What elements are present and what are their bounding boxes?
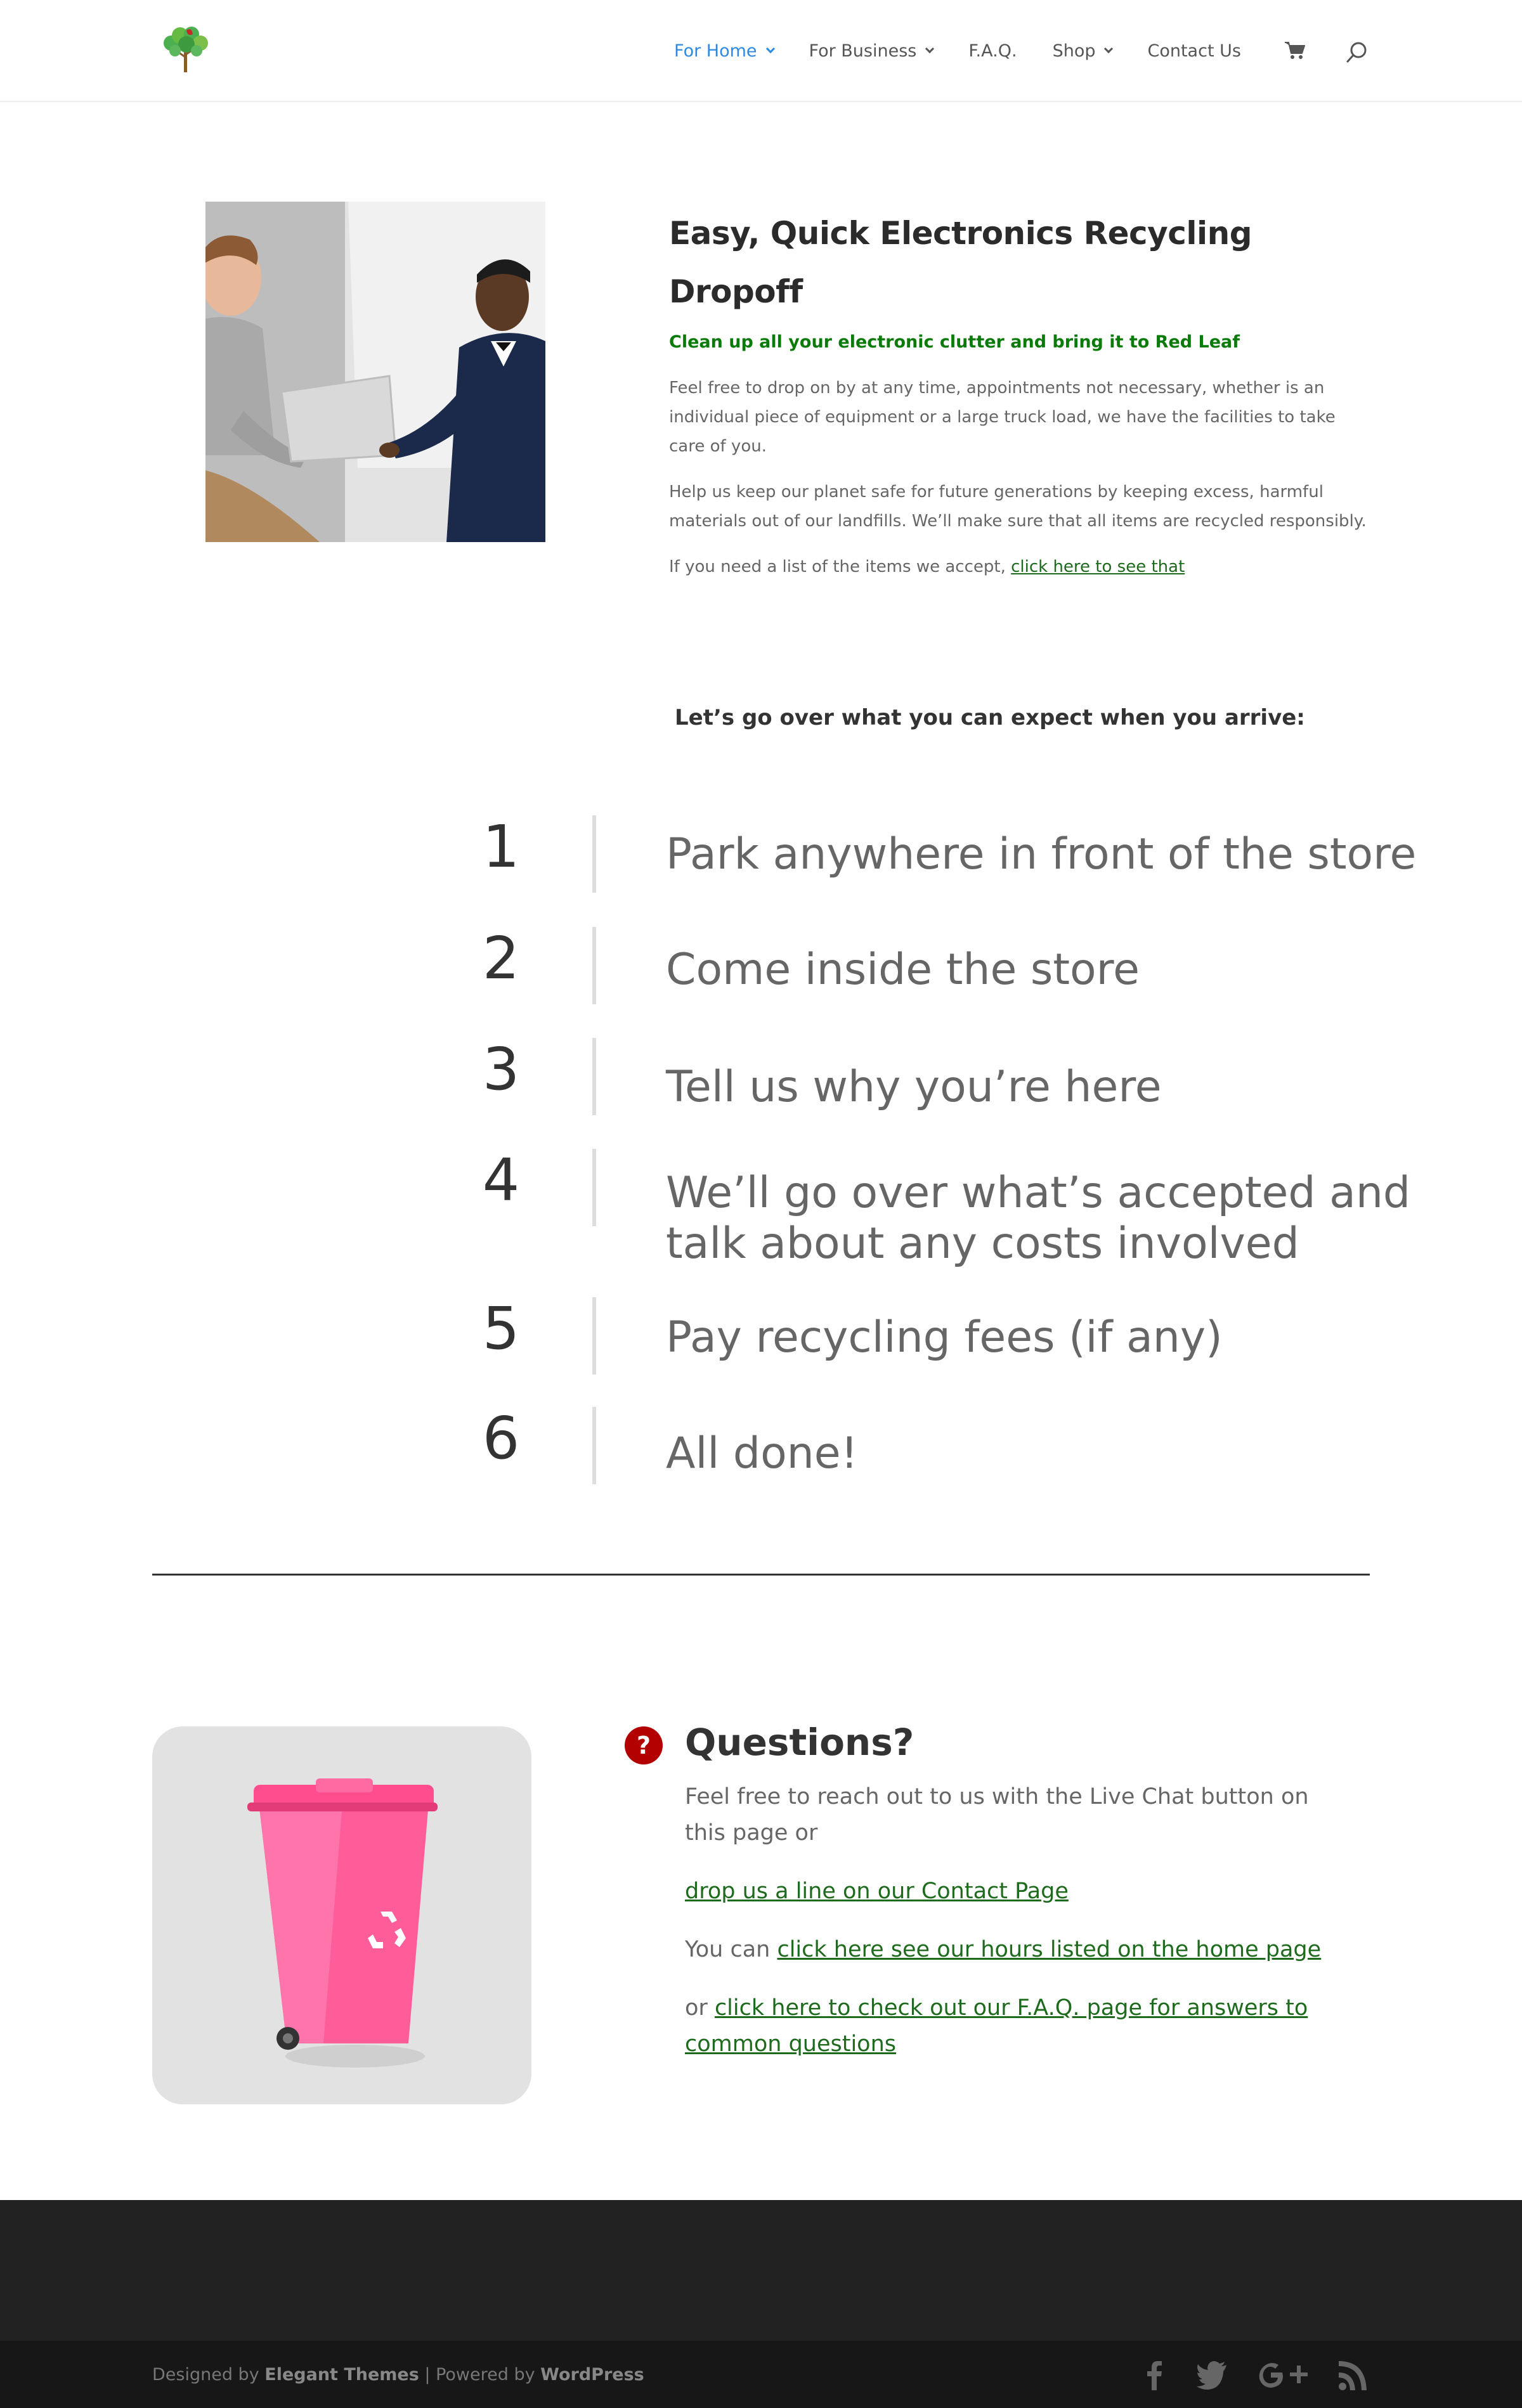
step-number: 3 <box>482 1035 520 1103</box>
search-icon[interactable] <box>1346 41 1369 63</box>
wordpress-link[interactable]: WordPress <box>540 2365 644 2385</box>
step-text: Tell us why you’re here <box>666 1062 1162 1112</box>
svg-text:?: ? <box>637 1732 651 1759</box>
nav-label: Shop <box>1052 41 1096 61</box>
nav-shop[interactable]: Shop <box>1052 41 1114 61</box>
step-text-line2: talk about any costs involved <box>666 1219 1299 1269</box>
section-divider <box>152 1574 1370 1576</box>
contact-page-link[interactable]: drop us a line on our Contact Page <box>685 1879 1069 1904</box>
nav-for-business[interactable]: For Business <box>809 41 935 61</box>
intro-accept-line: If you need a list of the items we accep… <box>669 552 1373 581</box>
powered-by-text: | Powered by <box>419 2365 541 2385</box>
people-illustration <box>205 202 545 542</box>
questions-title: Questions? <box>685 1721 914 1764</box>
designed-by-text: Designed by <box>152 2365 265 2385</box>
handoff-photo <box>205 202 545 542</box>
site-header: For Home For Business F.A.Q. Shop Contac… <box>0 0 1522 102</box>
step-number: 4 <box>482 1146 520 1214</box>
chevron-down-icon <box>765 44 775 54</box>
rss-icon[interactable] <box>1337 2356 1370 2392</box>
recycling-bin-image <box>152 1726 531 2104</box>
nav-label: For Business <box>809 41 917 61</box>
hours-prefix: You can <box>685 1937 777 1962</box>
step-number: 2 <box>482 924 520 992</box>
step-number: 5 <box>482 1295 520 1363</box>
elegant-themes-link[interactable]: Elegant Themes <box>264 2365 419 2385</box>
questions-body: Feel free to reach out to us with the Li… <box>685 1779 1344 2085</box>
chevron-down-icon <box>1104 44 1114 54</box>
step-divider <box>592 1149 596 1226</box>
intro-title: Easy, Quick Electronics Recycling Dropof… <box>669 215 1252 310</box>
nav-for-home[interactable]: For Home <box>674 41 775 61</box>
intro-section: Easy, Quick Electronics Recycling Dropof… <box>669 204 1373 581</box>
intro-subtitle: Clean up all your electronic clutter and… <box>669 332 1240 352</box>
nav-contact-us[interactable]: Contact Us <box>1147 41 1240 61</box>
intro-paragraph: Feel free to drop on by at any time, app… <box>669 379 1336 456</box>
nav-label: F.A.Q. <box>968 41 1017 61</box>
questions-intro: Feel free to reach out to us with the Li… <box>685 1784 1309 1846</box>
nav-label: For Home <box>674 41 757 61</box>
recycling-bin-icon <box>247 1778 438 2068</box>
step-divider <box>592 1038 596 1115</box>
faq-link[interactable]: click here to check out our F.A.Q. page … <box>685 1995 1308 2057</box>
expect-heading: Let’s go over what you can expect when y… <box>675 705 1305 730</box>
twitter-icon[interactable] <box>1196 2356 1229 2392</box>
step-divider <box>592 815 596 893</box>
step-text: Come inside the store <box>666 945 1140 995</box>
tree-logo-icon[interactable] <box>157 25 214 74</box>
step-number: 1 <box>482 813 520 881</box>
step-text: Pay recycling fees (if any) <box>666 1312 1223 1363</box>
nav-label: Contact Us <box>1147 41 1241 61</box>
facebook-icon[interactable] <box>1138 2356 1171 2392</box>
footer-widgets <box>0 2200 1522 2341</box>
step-divider <box>592 1297 596 1375</box>
step-number: 6 <box>482 1404 520 1472</box>
cart-icon[interactable] <box>1284 41 1306 60</box>
question-icon: ? <box>625 1726 663 1764</box>
step-text: Park anywhere in front of the store <box>666 829 1417 879</box>
intro-accept-prefix: If you need a list of the items we accep… <box>669 557 1011 576</box>
hours-line: You can click here see our hours listed … <box>685 1932 1344 1968</box>
chevron-down-icon <box>925 44 935 54</box>
accepted-items-link[interactable]: click here to see that <box>1011 557 1185 576</box>
footer-credits: Designed by Elegant Themes | Powered by … <box>152 2365 644 2385</box>
intro-paragraph: Help us keep our planet safe for future … <box>669 482 1367 531</box>
step-divider <box>592 1407 596 1484</box>
hours-link[interactable]: click here see our hours listed on the h… <box>777 1937 1321 1962</box>
contact-line: drop us a line on our Contact Page <box>685 1874 1344 1910</box>
nav-faq[interactable]: F.A.Q. <box>968 41 1017 61</box>
google-plus-icon[interactable] <box>1254 2356 1309 2392</box>
step-text: All done! <box>666 1428 858 1479</box>
step-text-line1: We’ll go over what’s accepted and <box>666 1168 1411 1218</box>
faq-prefix: or <box>685 1995 715 2021</box>
faq-line: or click here to check out our F.A.Q. pa… <box>685 1990 1344 2062</box>
step-divider <box>592 927 596 1004</box>
main-nav: For Home For Business F.A.Q. Shop Contac… <box>674 39 1241 62</box>
